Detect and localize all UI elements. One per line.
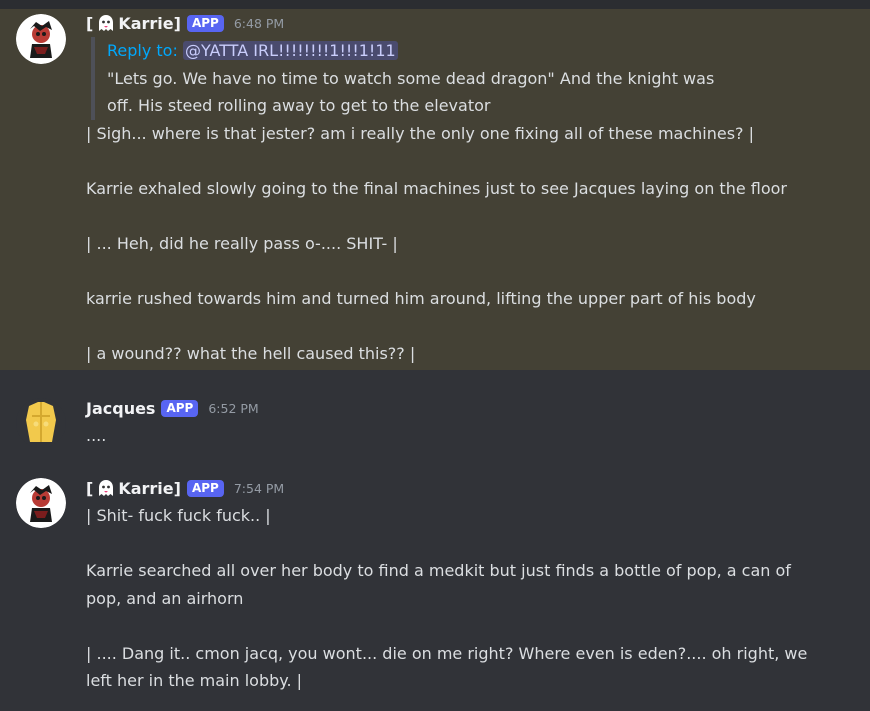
message-header: Jacques APP 6:52 PM bbox=[86, 394, 858, 422]
message-line: Karrie exhaled slowly going to the final… bbox=[86, 178, 787, 198]
username[interactable]: [ Karrie] bbox=[86, 14, 181, 33]
reply-line: Reply to: @YATTA IRL!!!!!!!!1!!!1!11 bbox=[107, 37, 858, 65]
karrie-avatar[interactable] bbox=[16, 478, 66, 528]
username-text: Karrie] bbox=[118, 478, 181, 498]
message-line: left her in the main lobby. | bbox=[86, 671, 303, 690]
ghost-emoji-icon bbox=[97, 479, 115, 498]
app-badge: APP bbox=[186, 479, 224, 497]
username-bracket: [ bbox=[86, 13, 94, 33]
timestamp[interactable]: 6:52 PM bbox=[208, 401, 258, 416]
quote-line: "Lets go. We have no time to watch some … bbox=[107, 68, 715, 88]
reply-label[interactable]: Reply to: bbox=[107, 41, 178, 60]
message-line: karrie rushed towards him and turned him… bbox=[86, 288, 756, 308]
message-line: | ... Heh, did he really pass o-.... SHI… bbox=[86, 233, 398, 253]
timestamp[interactable]: 6:48 PM bbox=[234, 16, 284, 31]
top-bar bbox=[0, 0, 870, 9]
jacques-avatar[interactable] bbox=[16, 398, 66, 448]
message-line: pop, and an airhorn bbox=[86, 588, 244, 608]
message-line: | Sigh... where is that jester? am i rea… bbox=[86, 123, 754, 143]
username[interactable]: [ Karrie] bbox=[86, 479, 181, 498]
message-line: | .... Dang it.. cmon jacq, you wont... … bbox=[86, 643, 808, 663]
message-line: .... bbox=[86, 426, 107, 445]
message-karrie-1[interactable]: [ Karrie] APP 6:48 PM Reply to: @YATTA I… bbox=[0, 9, 870, 370]
message-karrie-2[interactable]: [ Karrie] APP 7:54 PM | Shit- fuck fuck … bbox=[0, 474, 870, 704]
quote-line: off. His steed rolling away to get to th… bbox=[107, 96, 491, 115]
reply-quote: Reply to: @YATTA IRL!!!!!!!!1!!!1!11 "Le… bbox=[91, 37, 858, 120]
app-badge: APP bbox=[186, 14, 224, 32]
karrie-avatar[interactable] bbox=[16, 14, 66, 64]
ghost-emoji-icon bbox=[97, 14, 115, 33]
message-jacques[interactable]: Jacques APP 6:52 PM .... bbox=[0, 394, 870, 454]
username-bracket: [ bbox=[86, 478, 94, 498]
user-mention[interactable]: @YATTA IRL!!!!!!!!1!!!1!11 bbox=[182, 41, 398, 60]
message-line: | a wound?? what the hell caused this?? … bbox=[86, 343, 416, 363]
username[interactable]: Jacques bbox=[86, 399, 155, 418]
app-badge: APP bbox=[161, 399, 199, 417]
message-line: Karrie searched all over her body to fin… bbox=[86, 561, 791, 580]
message-header: [ Karrie] APP 7:54 PM bbox=[86, 474, 858, 502]
username-text: Karrie] bbox=[118, 13, 181, 33]
message-line: | Shit- fuck fuck fuck.. | bbox=[86, 506, 271, 525]
timestamp[interactable]: 7:54 PM bbox=[234, 481, 284, 496]
message-header: [ Karrie] APP 6:48 PM bbox=[86, 9, 858, 37]
